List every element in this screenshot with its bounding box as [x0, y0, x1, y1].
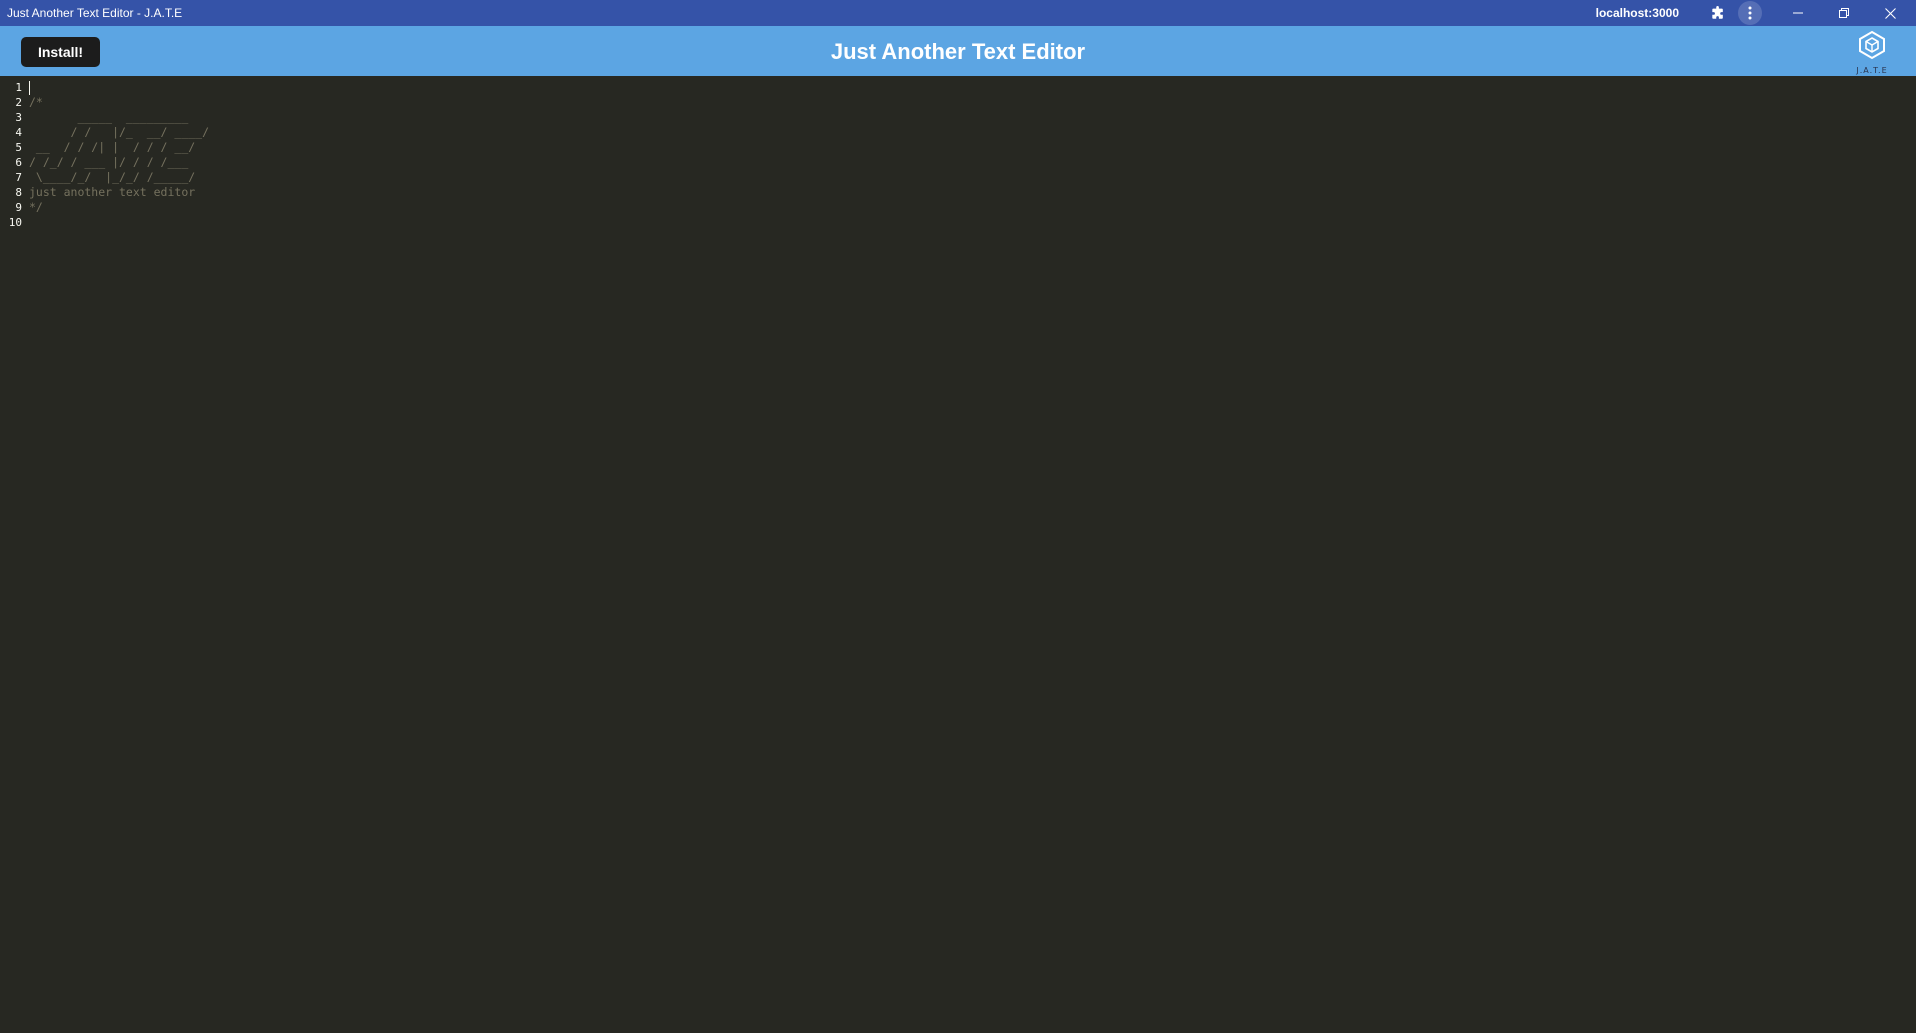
editor-line: 7 \____/_/ |_/_/ /_____/ [0, 170, 1916, 185]
extensions-button[interactable] [1701, 0, 1735, 26]
editor-line: 6 / /_/ / ___ |/ / / /___ [0, 155, 1916, 170]
minimize-icon [1793, 8, 1803, 18]
jate-cube-logo-icon [1857, 30, 1887, 65]
app-menu-button[interactable] [1735, 0, 1765, 26]
editor-line: 1 [0, 80, 1916, 95]
minimize-button[interactable] [1775, 0, 1821, 26]
editor-line: 8 just another text editor [0, 185, 1916, 200]
logo-text: J.A.T.E [1856, 66, 1888, 75]
close-button[interactable] [1867, 0, 1913, 26]
line-number: 6 [15, 156, 22, 169]
line-number: 7 [15, 171, 22, 184]
editor-line: 10 [0, 215, 1916, 230]
window-titlebar: Just Another Text Editor - J.A.T.E local… [0, 0, 1916, 26]
puzzle-icon [1711, 6, 1725, 20]
line-text[interactable]: / /_/ / ___ |/ / / /___ [29, 155, 188, 170]
restore-button[interactable] [1821, 0, 1867, 26]
line-text[interactable]: just another text editor [29, 185, 195, 200]
editor-line: 5 __ / / /| | / / / __/ [0, 140, 1916, 155]
line-number: 5 [15, 141, 22, 154]
restore-icon [1839, 8, 1849, 18]
window-title: Just Another Text Editor - J.A.T.E [7, 6, 183, 20]
text-cursor [29, 80, 30, 95]
close-icon [1884, 7, 1896, 19]
install-button[interactable]: Install! [21, 37, 100, 67]
line-text[interactable]: / / |/_ __/ ____/ [29, 125, 209, 140]
line-number: 10 [8, 216, 22, 229]
line-number: 1 [15, 81, 22, 94]
editor-line: 2 /* [0, 95, 1916, 110]
origin-label: localhost:3000 [1595, 6, 1679, 20]
line-text[interactable]: \____/_/ |_/_/ /_____/ [29, 170, 195, 185]
line-number: 8 [15, 186, 22, 199]
app-logo: J.A.T.E [1848, 30, 1896, 75]
page-title: Just Another Text Editor [830, 39, 1086, 64]
line-number: 4 [15, 126, 22, 139]
kebab-menu-icon [1748, 6, 1752, 20]
line-text[interactable]: __ / / /| | / / / __/ [29, 140, 195, 155]
line-number: 9 [15, 201, 22, 214]
editor-line: 4 / / |/_ __/ ____/ [0, 125, 1916, 140]
line-text[interactable]: _____ _________ [29, 110, 188, 125]
line-text[interactable] [29, 80, 30, 95]
line-text[interactable]: */ [29, 200, 43, 215]
editor-line: 9 */ [0, 200, 1916, 215]
line-number: 2 [15, 96, 22, 109]
line-text[interactable]: /* [29, 95, 43, 110]
editor-line: 3 _____ _________ [0, 110, 1916, 125]
line-number: 3 [15, 111, 22, 124]
code-editor[interactable]: 1 2 /* 3 _____ _________ 4 / / |/_ __/ _… [0, 76, 1916, 1033]
app-header: Install! Just Another Text Editor J.A.T.… [0, 26, 1916, 76]
